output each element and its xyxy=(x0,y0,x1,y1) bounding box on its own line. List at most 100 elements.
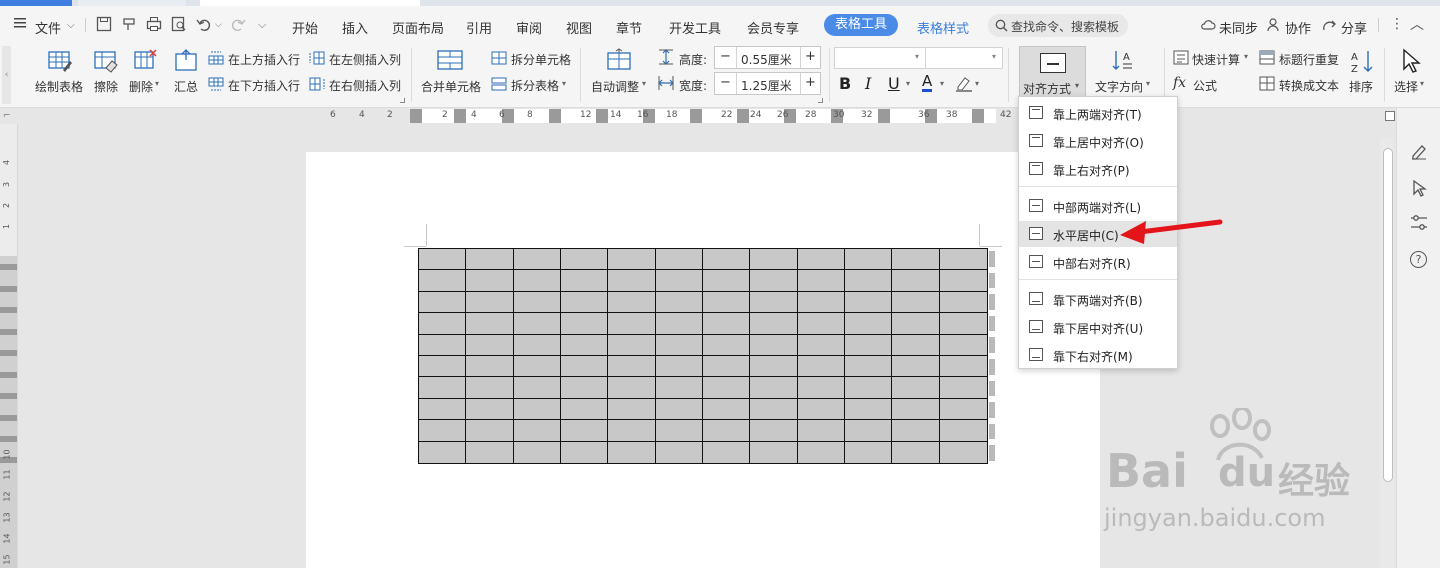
font-color-button[interactable]: A xyxy=(922,73,933,92)
document-table[interactable] xyxy=(418,248,988,464)
align-option[interactable]: 靠上右对齐(P) xyxy=(1019,156,1177,182)
table-cell[interactable] xyxy=(513,377,561,399)
table-cell[interactable] xyxy=(702,420,751,442)
table-cell[interactable] xyxy=(797,291,845,314)
width-value[interactable]: 1.25厘米 xyxy=(741,77,792,94)
format-painter-icon[interactable] xyxy=(121,16,139,34)
insert-row-below-button[interactable]: 在下方插入行 xyxy=(228,77,300,94)
text-direction-button[interactable]: 文字方向 xyxy=(1095,78,1143,95)
table-cell[interactable] xyxy=(513,270,561,292)
table-cell[interactable] xyxy=(466,377,514,399)
table-cell[interactable] xyxy=(608,313,656,335)
more-options-icon[interactable]: ⋮ xyxy=(1390,16,1404,32)
table-cell[interactable] xyxy=(844,270,893,292)
table-cell[interactable] xyxy=(513,249,561,271)
table-cell[interactable] xyxy=(702,377,751,399)
table-cell[interactable] xyxy=(608,420,656,442)
chevron-down-icon[interactable]: ⌵ xyxy=(67,20,75,31)
table-cell[interactable] xyxy=(844,355,893,378)
table-cell[interactable] xyxy=(939,270,987,292)
table-cell[interactable] xyxy=(560,313,609,335)
table-cell[interactable] xyxy=(939,377,987,399)
repeat-header-button[interactable]: 标题行重复 xyxy=(1279,51,1339,68)
table-cell[interactable] xyxy=(750,334,798,356)
table-cell[interactable] xyxy=(844,398,893,421)
align-option[interactable]: 中部右对齐(R) xyxy=(1019,249,1177,275)
chevron-down-icon[interactable]: ▾ xyxy=(155,79,159,88)
tab-page-layout[interactable]: 页面布局 xyxy=(392,18,444,37)
table-cell[interactable] xyxy=(560,334,609,356)
table-cell[interactable] xyxy=(797,377,845,399)
table-cell[interactable] xyxy=(514,441,561,463)
undo-icon[interactable] xyxy=(196,16,214,34)
table-cell[interactable] xyxy=(513,334,561,356)
vertical-ruler[interactable]: 4 3 2 1 10 11 12 13 14 15 xyxy=(0,124,18,568)
table-cell[interactable] xyxy=(655,377,703,399)
tab-review[interactable]: 审阅 xyxy=(516,18,542,37)
table-cell[interactable] xyxy=(939,292,987,314)
table-cell[interactable] xyxy=(655,420,703,442)
table-cell[interactable] xyxy=(419,420,467,442)
table-cell[interactable] xyxy=(702,334,751,356)
table-cell[interactable] xyxy=(750,270,798,292)
table-cell[interactable] xyxy=(797,355,845,378)
tab-view[interactable]: 视图 xyxy=(566,18,592,37)
table-cell[interactable] xyxy=(560,398,609,421)
sort-button[interactable]: 排序 xyxy=(1349,78,1373,95)
table-cell[interactable] xyxy=(939,249,987,271)
decrease-height-button[interactable]: − xyxy=(720,49,731,64)
table-cell[interactable] xyxy=(513,313,561,335)
height-stepper[interactable]: − 0.55厘米 + xyxy=(714,46,821,69)
table-cell[interactable] xyxy=(513,398,561,421)
cloud-sync-icon[interactable] xyxy=(1200,18,1216,32)
table-cell[interactable] xyxy=(939,399,987,421)
align-option[interactable]: 靠下右对齐(M) xyxy=(1019,342,1177,368)
table-cell[interactable] xyxy=(750,313,798,335)
table-cell[interactable] xyxy=(466,313,514,335)
table-cell[interactable] xyxy=(419,249,467,271)
table-cell[interactable] xyxy=(892,334,940,356)
table-cell[interactable] xyxy=(939,335,987,356)
table-cell[interactable] xyxy=(608,355,656,378)
table-cell[interactable] xyxy=(419,270,467,292)
table-cell[interactable] xyxy=(560,355,609,378)
table-cell[interactable] xyxy=(940,442,987,463)
table-cell[interactable] xyxy=(419,355,467,378)
table-cell[interactable] xyxy=(608,377,656,399)
collab-icon[interactable] xyxy=(1267,17,1281,32)
italic-button[interactable]: I xyxy=(865,74,871,93)
merge-cells-icon[interactable] xyxy=(436,48,464,74)
chevron-down-icon[interactable]: ▾ xyxy=(1420,79,1424,88)
table-cell[interactable] xyxy=(466,355,514,378)
split-table-button[interactable]: 拆分表格 xyxy=(511,77,559,94)
increase-height-button[interactable]: + xyxy=(805,49,816,64)
table-cell[interactable] xyxy=(892,313,940,335)
table-cell[interactable] xyxy=(608,441,656,463)
width-stepper[interactable]: − 1.25厘米 + xyxy=(714,72,821,95)
table-cell[interactable] xyxy=(797,334,845,356)
align-option[interactable]: 靠上居中对齐(O) xyxy=(1019,128,1177,154)
decrease-width-button[interactable]: − xyxy=(720,75,731,90)
redo-icon[interactable] xyxy=(230,16,248,34)
table-cell[interactable] xyxy=(466,249,514,271)
select-button[interactable]: 选择 xyxy=(1394,78,1418,95)
table-cell[interactable] xyxy=(702,313,751,335)
delete-button[interactable]: 删除 xyxy=(129,78,153,95)
table-cell[interactable] xyxy=(419,313,467,335)
share-icon[interactable] xyxy=(1322,17,1338,32)
table-cell[interactable] xyxy=(560,291,609,314)
tab-insert[interactable]: 插入 xyxy=(342,18,368,37)
table-cell[interactable] xyxy=(892,291,940,314)
table-cell[interactable] xyxy=(750,441,798,463)
table-cell[interactable] xyxy=(797,420,845,442)
table-cell[interactable] xyxy=(419,291,467,314)
chevron-down-icon[interactable]: ⌵ xyxy=(215,20,222,30)
help-icon[interactable]: ? xyxy=(1410,251,1427,268)
table-cell[interactable] xyxy=(892,249,940,271)
table-cell[interactable] xyxy=(845,441,893,463)
table-cell[interactable] xyxy=(797,270,845,292)
table-cell[interactable] xyxy=(892,270,940,292)
table-cell[interactable] xyxy=(655,313,703,335)
table-cell[interactable] xyxy=(939,356,987,378)
table-cell[interactable] xyxy=(750,249,798,271)
